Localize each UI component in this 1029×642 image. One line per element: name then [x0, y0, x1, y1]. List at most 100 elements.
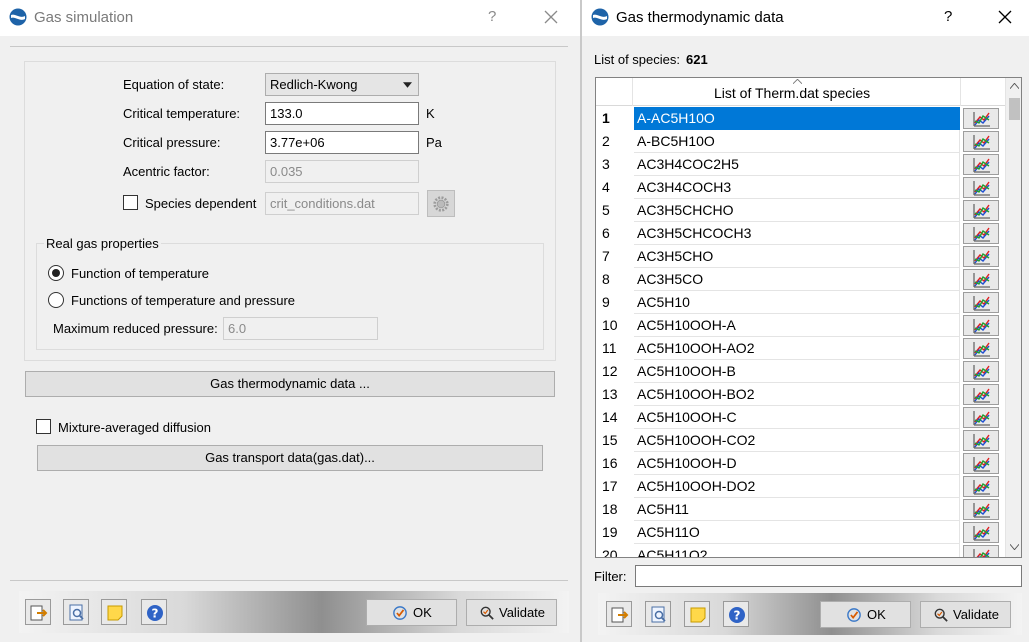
- validate-button[interactable]: Validate: [466, 599, 557, 626]
- species-name[interactable]: A-AC5H10O: [634, 107, 960, 130]
- table-row[interactable]: 8 AC3H5CO: [596, 268, 1006, 291]
- species-name[interactable]: AC5H10OOH-DO2: [634, 475, 960, 498]
- chart-lines-icon: [973, 181, 990, 196]
- plot-species-button[interactable]: [963, 269, 999, 290]
- species-name[interactable]: AC3H4COC2H5: [634, 153, 960, 176]
- ok-button[interactable]: OK: [366, 599, 457, 626]
- mixture-averaged-diffusion-checkbox[interactable]: [36, 419, 51, 434]
- species-name[interactable]: AC5H10OOH-CO2: [634, 429, 960, 452]
- table-row[interactable]: 11 AC5H10OOH-AO2: [596, 337, 1006, 360]
- species-name[interactable]: AC5H10OOH-D: [634, 452, 960, 475]
- plot-species-button[interactable]: [963, 384, 999, 405]
- column-header-species[interactable]: List of Therm.dat species: [714, 85, 870, 101]
- table-row[interactable]: 5 AC3H5CHCHO: [596, 199, 1006, 222]
- plot-species-button[interactable]: [963, 545, 999, 557]
- preview-icon: [69, 604, 84, 621]
- table-row[interactable]: 16 AC5H10OOH-D: [596, 452, 1006, 475]
- scroll-up-icon[interactable]: [1010, 83, 1019, 89]
- table-row[interactable]: 17 AC5H10OOH-DO2: [596, 475, 1006, 498]
- species-name[interactable]: AC3H4COCH3: [634, 176, 960, 199]
- ok-button[interactable]: OK: [820, 601, 911, 628]
- function-of-temperature-radio[interactable]: [48, 265, 64, 281]
- plot-species-button[interactable]: [963, 476, 999, 497]
- plot-species-button[interactable]: [963, 453, 999, 474]
- real-gas-group-title: Real gas properties: [44, 236, 161, 251]
- plot-species-button[interactable]: [963, 223, 999, 244]
- species-name[interactable]: AC3H5CHCHO: [634, 199, 960, 222]
- species-name[interactable]: A-BC5H10O: [634, 130, 960, 153]
- plot-species-button[interactable]: [963, 338, 999, 359]
- plot-species-button[interactable]: [963, 246, 999, 267]
- table-row[interactable]: 10 AC5H10OOH-A: [596, 314, 1006, 337]
- scrollbar-thumb[interactable]: [1009, 98, 1020, 120]
- table-row[interactable]: 4 AC3H4COCH3: [596, 176, 1006, 199]
- help-tool-button[interactable]: ?: [723, 601, 749, 627]
- gas-transport-data-button[interactable]: Gas transport data(gas.dat)...: [37, 445, 543, 471]
- plot-species-button[interactable]: [963, 200, 999, 221]
- plot-species-button[interactable]: [963, 430, 999, 451]
- table-row[interactable]: 15 AC5H10OOH-CO2: [596, 429, 1006, 452]
- plot-species-button[interactable]: [963, 292, 999, 313]
- validate-button[interactable]: Validate: [920, 601, 1011, 628]
- plot-species-button[interactable]: [963, 361, 999, 382]
- species-name[interactable]: AC5H10OOH-C: [634, 406, 960, 429]
- scroll-down-icon[interactable]: [1010, 544, 1019, 550]
- table-row[interactable]: 12 AC5H10OOH-B: [596, 360, 1006, 383]
- preview-button[interactable]: [645, 601, 671, 627]
- plot-species-button[interactable]: [963, 177, 999, 198]
- critical-temperature-input[interactable]: 133.0: [265, 102, 419, 125]
- species-file-settings-button[interactable]: [427, 190, 455, 217]
- species-dependent-checkbox[interactable]: [123, 195, 138, 210]
- gas-thermodynamic-data-button[interactable]: Gas thermodynamic data ...: [25, 371, 555, 397]
- functions-of-temp-pressure-radio[interactable]: [48, 292, 64, 308]
- species-name[interactable]: AC5H10OOH-B: [634, 360, 960, 383]
- species-file-input[interactable]: crit_conditions.dat: [265, 192, 419, 215]
- export-button[interactable]: [25, 599, 51, 625]
- acentric-factor-input[interactable]: 0.035: [265, 160, 419, 183]
- help-button[interactable]: ?: [944, 8, 952, 25]
- table-row[interactable]: 3 AC3H4COC2H5: [596, 153, 1006, 176]
- species-name[interactable]: AC5H10: [634, 291, 960, 314]
- table-row[interactable]: 20 AC5H11O2: [596, 544, 1006, 557]
- check-icon: [847, 608, 861, 622]
- plot-species-button[interactable]: [963, 154, 999, 175]
- species-name[interactable]: AC3H5CO: [634, 268, 960, 291]
- equation-of-state-select[interactable]: Redlich-Kwong: [265, 73, 419, 96]
- max-reduced-pressure-input[interactable]: 6.0: [223, 317, 378, 340]
- species-name[interactable]: AC5H11O: [634, 521, 960, 544]
- close-icon[interactable]: [542, 8, 560, 26]
- plot-species-button[interactable]: [963, 499, 999, 520]
- table-row[interactable]: 19 AC5H11O: [596, 521, 1006, 544]
- export-button[interactable]: [606, 601, 632, 627]
- table-row[interactable]: 13 AC5H10OOH-BO2: [596, 383, 1006, 406]
- critical-pressure-input[interactable]: 3.77e+06: [265, 131, 419, 154]
- vertical-scrollbar[interactable]: [1005, 78, 1021, 557]
- table-row[interactable]: 2 A-BC5H10O: [596, 130, 1006, 153]
- plot-species-button[interactable]: [963, 407, 999, 428]
- chart-lines-icon: [973, 296, 990, 311]
- plot-species-button[interactable]: [963, 315, 999, 336]
- table-row[interactable]: 7 AC3H5CHO: [596, 245, 1006, 268]
- species-name[interactable]: AC5H11: [634, 498, 960, 521]
- species-name[interactable]: AC5H11O2: [634, 544, 960, 557]
- plot-species-button[interactable]: [963, 522, 999, 543]
- table-row[interactable]: 1 A-AC5H10O: [596, 107, 1006, 130]
- table-row[interactable]: 14 AC5H10OOH-C: [596, 406, 1006, 429]
- species-name[interactable]: AC5H10OOH-A: [634, 314, 960, 337]
- filter-input[interactable]: [635, 565, 1022, 587]
- help-button[interactable]: ?: [488, 8, 496, 25]
- close-icon[interactable]: [996, 8, 1014, 26]
- species-name[interactable]: AC5H10OOH-AO2: [634, 337, 960, 360]
- table-row[interactable]: 6 AC3H5CHCOCH3: [596, 222, 1006, 245]
- help-tool-button[interactable]: ?: [141, 599, 167, 625]
- table-row[interactable]: 9 AC5H10: [596, 291, 1006, 314]
- species-name[interactable]: AC3H5CHCOCH3: [634, 222, 960, 245]
- preview-button[interactable]: [63, 599, 89, 625]
- table-row[interactable]: 18 AC5H11: [596, 498, 1006, 521]
- note-button[interactable]: [684, 601, 710, 627]
- plot-species-button[interactable]: [963, 108, 999, 129]
- note-button[interactable]: [101, 599, 127, 625]
- species-name[interactable]: AC3H5CHO: [634, 245, 960, 268]
- species-name[interactable]: AC5H10OOH-BO2: [634, 383, 960, 406]
- plot-species-button[interactable]: [963, 131, 999, 152]
